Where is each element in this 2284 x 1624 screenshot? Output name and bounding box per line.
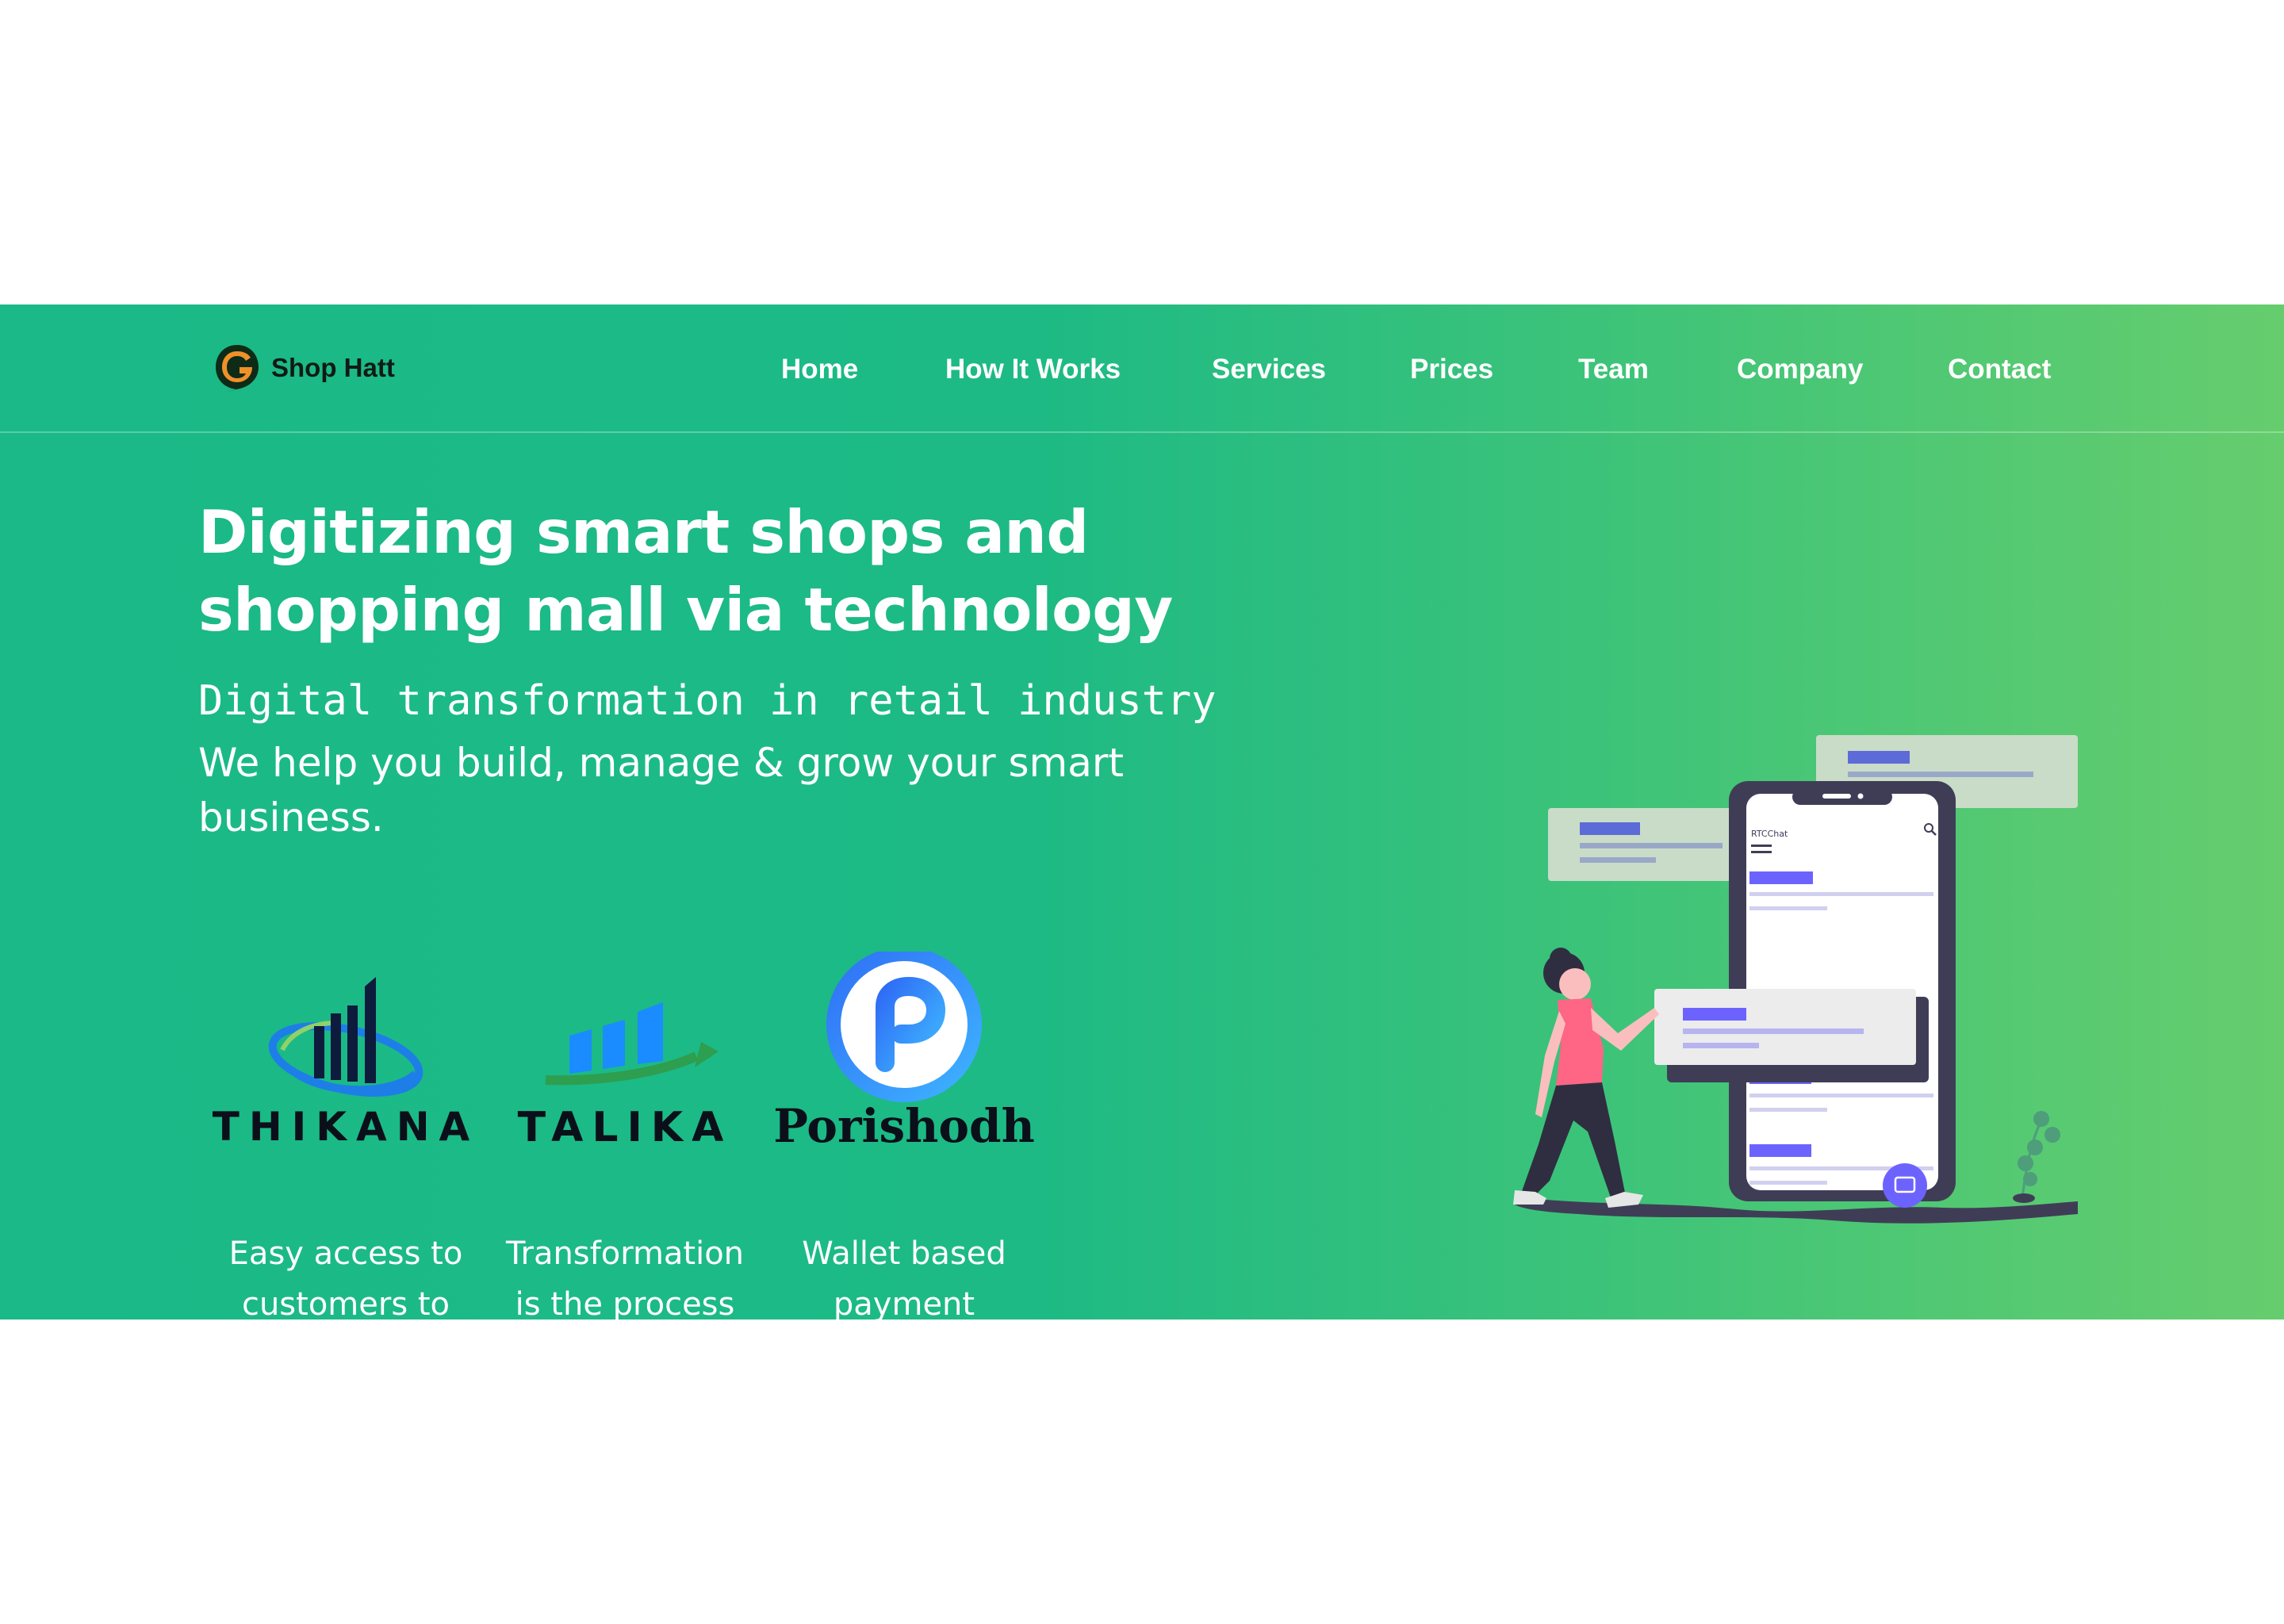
thikana-wordmark: THIKANA <box>212 1104 480 1150</box>
chat-card-left <box>1548 808 1754 881</box>
person-figure <box>1513 948 1659 1208</box>
navbar: Shop Hatt Home How It Works Services Pri… <box>0 304 2284 433</box>
nav-menu: Home How It Works Services Prices Team C… <box>0 346 2284 393</box>
chat-card-front <box>1654 989 1929 1082</box>
thikana-desc-line-1: Easy access to <box>228 1235 463 1272</box>
thikana-desc-line-2: customers to <box>241 1286 450 1320</box>
landing-page: Shop Hatt Home How It Works Services Pri… <box>0 304 2284 1320</box>
nav-link-company[interactable]: Company <box>1737 346 1863 393</box>
porishodh-desc-line-2: payment <box>833 1286 975 1320</box>
hero-subtitle: Digital transformation in retail industr… <box>198 677 1217 725</box>
hero-illustration: RTCChat <box>1513 735 2078 1224</box>
plant <box>2013 1111 2060 1203</box>
talika-description: Transformation is the process <box>482 1228 768 1320</box>
hero-title-line-2: shopping mall via technology <box>198 575 1173 645</box>
talika-wordmark: TALIKA <box>517 1104 733 1151</box>
nav-link-team[interactable]: Team <box>1578 346 1649 393</box>
product-card-porishodh[interactable]: Porishodh Wallet based payment <box>761 952 1047 1320</box>
porishodh-desc-line-1: Wallet based <box>802 1235 1006 1272</box>
talika-logo: TALIKA <box>482 963 768 1161</box>
hero-title-line-1: Digitizing smart shops and <box>198 497 1089 567</box>
porishodh-wordmark: Porishodh <box>773 1099 1035 1153</box>
nav-link-contact[interactable]: Contact <box>1948 346 2051 393</box>
talika-bar-chart-icon <box>545 1002 719 1086</box>
porishodh-logo: Porishodh <box>761 952 1047 1161</box>
nav-link-home[interactable]: Home <box>781 346 858 393</box>
nav-link-services[interactable]: Services <box>1212 346 1326 393</box>
phone-app-label: RTCChat <box>1751 829 1788 839</box>
product-card-talika[interactable]: TALIKA Transformation is the process <box>482 963 768 1320</box>
talika-desc-line-2: is the process <box>515 1286 735 1320</box>
talika-desc-line-1: Transformation <box>505 1235 745 1272</box>
porishodh-description: Wallet based payment <box>761 1228 1047 1320</box>
thikana-logo: THIKANA <box>203 963 489 1161</box>
product-card-thikana[interactable]: THIKANA Easy access to customers to <box>203 963 489 1320</box>
thikana-buildings-icon <box>268 977 423 1097</box>
hero-title: Digitizing smart shops and shopping mall… <box>198 493 1309 649</box>
nav-link-how-it-works[interactable]: How It Works <box>945 346 1121 393</box>
porishodh-p-icon <box>826 952 982 1102</box>
thikana-description: Easy access to customers to <box>203 1228 489 1320</box>
hero-description: We help you build, manage & grow your sm… <box>198 740 1125 841</box>
nav-link-prices[interactable]: Prices <box>1410 346 1493 393</box>
